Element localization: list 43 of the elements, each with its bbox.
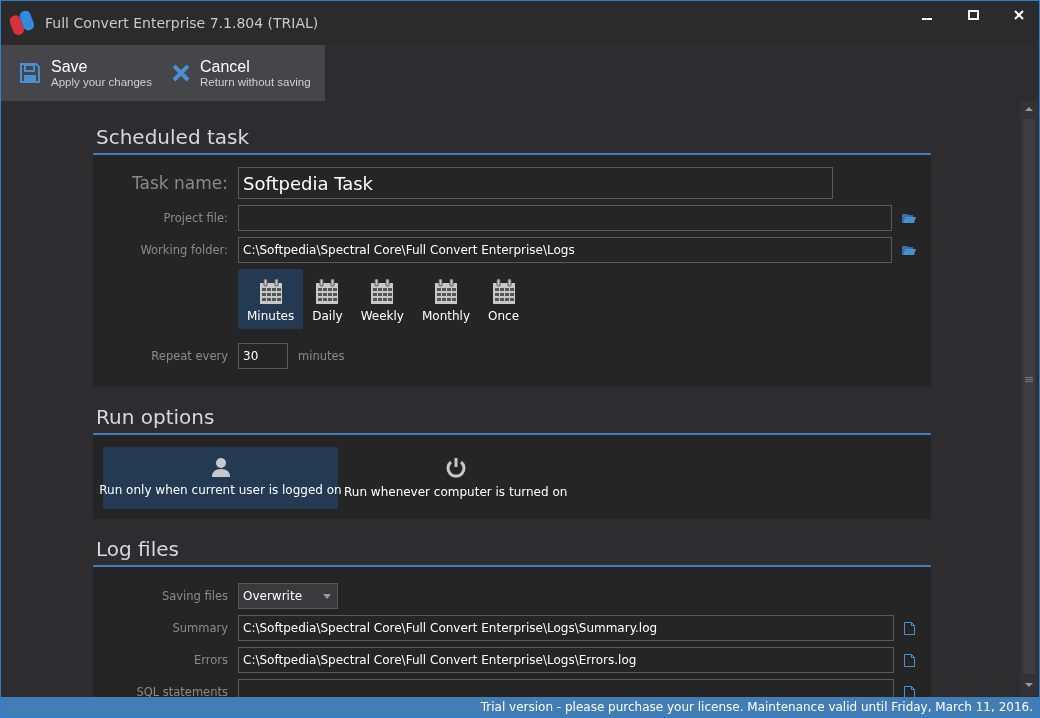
input-field[interactable]: C:\Softpedia\Spectral Core\Full Convert Enterprise\Logs (238, 237, 892, 263)
schedule-option[interactable]: Weekly (351, 269, 413, 329)
field-label: Task name: (130, 173, 228, 193)
calendar-icon (491, 279, 516, 305)
field-label: Saving files (160, 589, 228, 603)
field-label: Repeat every (150, 349, 228, 363)
file-icon[interactable] (904, 653, 915, 667)
calendar-icon (258, 279, 283, 305)
caret-icon (323, 593, 331, 599)
input-field[interactable] (238, 205, 892, 231)
user-icon (210, 457, 231, 477)
input-field[interactable]: Softpedia Task (238, 167, 833, 199)
unit-label: minutes (298, 349, 345, 363)
field-label: Project file: (162, 211, 228, 225)
input-field[interactable]: 30 (238, 343, 288, 369)
close-icon (1014, 10, 1024, 20)
field-label: Errors (192, 653, 228, 667)
schedule-option[interactable]: Monthly (412, 269, 479, 329)
input-field[interactable]: C:\Softpedia\Spectral Core\Full Convert Enterprise\Logs\Summary.log (238, 615, 894, 641)
close-icon (172, 64, 190, 82)
field-label: SQL statements (135, 685, 228, 697)
calendar-icon (433, 279, 458, 305)
calendar-icon (315, 279, 340, 305)
saving-files-dropdown[interactable]: Overwrite (238, 583, 338, 609)
power-icon (444, 457, 467, 479)
field-label: Summary (171, 621, 228, 635)
scrollbar[interactable] (1020, 101, 1038, 696)
folder-icon[interactable] (902, 244, 916, 256)
window-title: Full Convert Enterprise 7.1.804 (TRIAL) (45, 15, 320, 31)
minimize-icon (922, 17, 932, 20)
calendar-icon (370, 279, 395, 305)
folder-icon[interactable] (902, 212, 916, 224)
schedule-option[interactable]: Minutes (238, 269, 304, 329)
cancel-button[interactable]: Cancel Return without saving (170, 54, 313, 92)
field-label: Working folder: (139, 243, 228, 257)
schedule-option[interactable]: Once (479, 269, 528, 329)
file-icon[interactable] (904, 621, 915, 635)
status-text: Trial version - please purchase your license. Maintenance valid until Friday, March 11, 2016. (480, 700, 1033, 714)
maximize-icon (967, 10, 979, 20)
file-icon[interactable] (904, 685, 915, 697)
input-field[interactable]: C:\Softpedia\Spectral Core\Full Convert Enterprise\Logs\Errors.log (238, 647, 894, 673)
save-button[interactable]: Save Apply your changes (17, 54, 154, 92)
schedule-option[interactable]: Daily (303, 269, 352, 329)
